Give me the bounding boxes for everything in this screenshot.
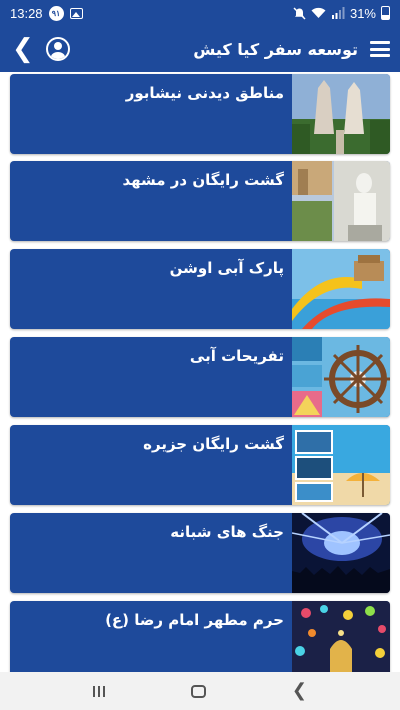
system-nav-bar: ❮	[0, 672, 400, 710]
back-chevron-icon[interactable]: ❮	[12, 36, 34, 62]
app-bar-left: ❮	[12, 36, 70, 62]
card-imam-reza-shrine[interactable]: حرم مطهر امام رضا (ع)	[10, 601, 390, 672]
card-ocean-waterpark[interactable]: پارک آبی اوشن	[10, 249, 390, 329]
notification-badge: ۹۱	[48, 5, 64, 21]
night-thumbnail	[292, 513, 390, 593]
battery-icon	[381, 6, 390, 20]
card-title: تفریحات آبی	[189, 347, 284, 365]
water-activities-thumbnail	[292, 337, 390, 417]
signal-icon	[331, 7, 345, 19]
page-title: توسعه سفر کیا کیش	[193, 39, 358, 59]
app-bar: ❮ توسعه سفر کیا کیش	[0, 26, 400, 72]
wifi-icon	[311, 7, 326, 18]
card-mashhad-tour[interactable]: گشت رایگان در مشهد	[10, 161, 390, 241]
status-bar: 13:28 ۹۱ 31%	[0, 0, 400, 26]
island-thumbnail	[292, 425, 390, 505]
back-nav-icon[interactable]: ❮	[292, 682, 307, 700]
card-title: گشت رایگان جزیره	[143, 435, 284, 453]
card-title: حرم مطهر امام رضا (ع)	[105, 611, 284, 629]
shrine-thumbnail	[292, 601, 390, 672]
card-island-tour[interactable]: گشت رایگان جزیره	[10, 425, 390, 505]
mashhad-thumbnail	[292, 161, 390, 241]
app-bar-right: توسعه سفر کیا کیش	[193, 40, 390, 59]
attraction-list[interactable]: مناطق دیدنی نیشابور گشت رایگان در مشهد پ…	[0, 72, 400, 672]
card-night-parties[interactable]: جنگ های شبانه	[10, 513, 390, 593]
card-title: پارک آبی اوشن	[169, 259, 284, 277]
menu-icon[interactable]	[370, 41, 390, 57]
neyshabur-thumbnail	[292, 74, 390, 154]
image-notification-icon	[69, 7, 83, 19]
profile-icon[interactable]	[45, 37, 70, 61]
card-title: جنگ های شبانه	[170, 523, 284, 541]
card-neyshabur[interactable]: مناطق دیدنی نیشابور	[10, 74, 390, 154]
home-icon[interactable]	[190, 684, 206, 698]
mute-icon	[293, 6, 306, 20]
card-water-activities[interactable]: تفریحات آبی	[10, 337, 390, 417]
battery-percent: 31%	[349, 5, 376, 21]
card-title: مناطق دیدنی نیشابور	[125, 84, 284, 102]
status-right: 31%	[293, 6, 390, 21]
card-title: گشت رایگان در مشهد	[122, 171, 284, 189]
waterpark-thumbnail	[292, 249, 390, 329]
recent-apps-icon[interactable]	[92, 685, 105, 697]
status-time: 13:28	[10, 5, 43, 21]
status-left: 13:28 ۹۱	[10, 5, 83, 21]
